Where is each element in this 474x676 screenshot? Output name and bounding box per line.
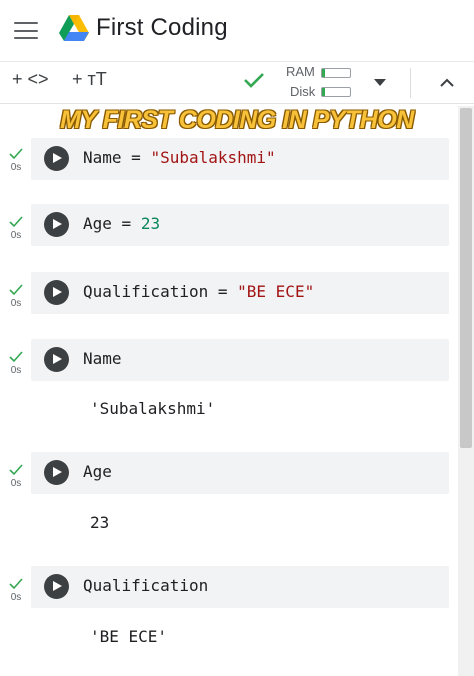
code-editor[interactable]: Age = 23	[31, 204, 449, 246]
cell-status: 0s	[8, 216, 24, 241]
execution-time: 0s	[10, 592, 22, 603]
cell-status: 0s	[8, 464, 24, 489]
code-cell: 0s Name = "Subalakshmi"	[0, 136, 458, 202]
check-icon	[9, 578, 23, 590]
code-cell: 0s Age 23	[0, 452, 458, 558]
connected-check-icon[interactable]	[242, 68, 266, 92]
disk-usage-bar	[321, 87, 351, 97]
chevron-down-icon[interactable]	[374, 79, 386, 86]
toolbar: + <> + тT RAM Disk	[0, 62, 474, 104]
code-line: Qualification	[83, 576, 209, 595]
toolbar-divider	[410, 68, 411, 98]
execution-time: 0s	[10, 298, 22, 309]
code-cell: 0s Qualification = "BE ECE"	[0, 272, 458, 338]
scrollbar-thumb[interactable]	[460, 108, 472, 448]
chevron-up-icon[interactable]	[438, 74, 456, 92]
add-text-button[interactable]: + тT	[72, 69, 107, 90]
title-banner: MY FIRST CODING IN PYTHON	[60, 106, 414, 134]
drive-logo-icon	[59, 15, 89, 41]
code-editor[interactable]: Name = "Subalakshmi"	[31, 138, 449, 180]
run-cell-button[interactable]	[44, 146, 69, 171]
check-icon	[9, 284, 23, 296]
run-cell-button[interactable]	[44, 460, 69, 485]
execution-time: 0s	[10, 478, 22, 489]
menu-icon[interactable]	[14, 22, 38, 40]
ram-usage-bar	[321, 68, 351, 78]
code-line: Age = 23	[83, 214, 161, 233]
code-editor[interactable]: Name	[31, 339, 449, 381]
code-line: Qualification = "BE ECE"	[83, 282, 315, 301]
cell-output: 'Subalakshmi'	[90, 399, 216, 418]
code-line: Name	[83, 349, 122, 368]
cell-output: 23	[90, 513, 110, 532]
cell-status: 0s	[8, 351, 24, 376]
code-editor[interactable]: Qualification	[31, 566, 449, 608]
check-icon	[9, 148, 23, 160]
add-code-button[interactable]: + <>	[12, 69, 49, 90]
ram-label: RAM	[286, 64, 315, 79]
execution-time: 0s	[10, 365, 22, 376]
execution-time: 0s	[10, 230, 22, 241]
run-cell-button[interactable]	[44, 212, 69, 237]
cell-status: 0s	[8, 284, 24, 309]
check-icon	[9, 351, 23, 363]
disk-label: Disk	[290, 84, 316, 99]
app-header: First Coding	[0, 0, 474, 62]
code-cell: 0s Age = 23	[0, 204, 458, 270]
code-cell: 0s Qualification 'BE ECE'	[0, 566, 458, 672]
code-cell: 0s Name 'Subalakshmi'	[0, 339, 458, 447]
code-line: Name = "Subalakshmi"	[83, 148, 276, 167]
code-editor[interactable]: Qualification = "BE ECE"	[31, 272, 449, 314]
run-cell-button[interactable]	[44, 280, 69, 305]
code-line: Age	[83, 462, 112, 481]
run-cell-button[interactable]	[44, 347, 69, 372]
check-icon	[9, 464, 23, 476]
check-icon	[9, 216, 23, 228]
execution-time: 0s	[10, 162, 22, 173]
app-title: First Coding	[96, 14, 228, 41]
cell-status: 0s	[8, 148, 24, 173]
run-cell-button[interactable]	[44, 574, 69, 599]
cell-output: 'BE ECE'	[90, 627, 168, 646]
code-editor[interactable]: Age	[31, 452, 449, 494]
cell-status: 0s	[8, 578, 24, 603]
